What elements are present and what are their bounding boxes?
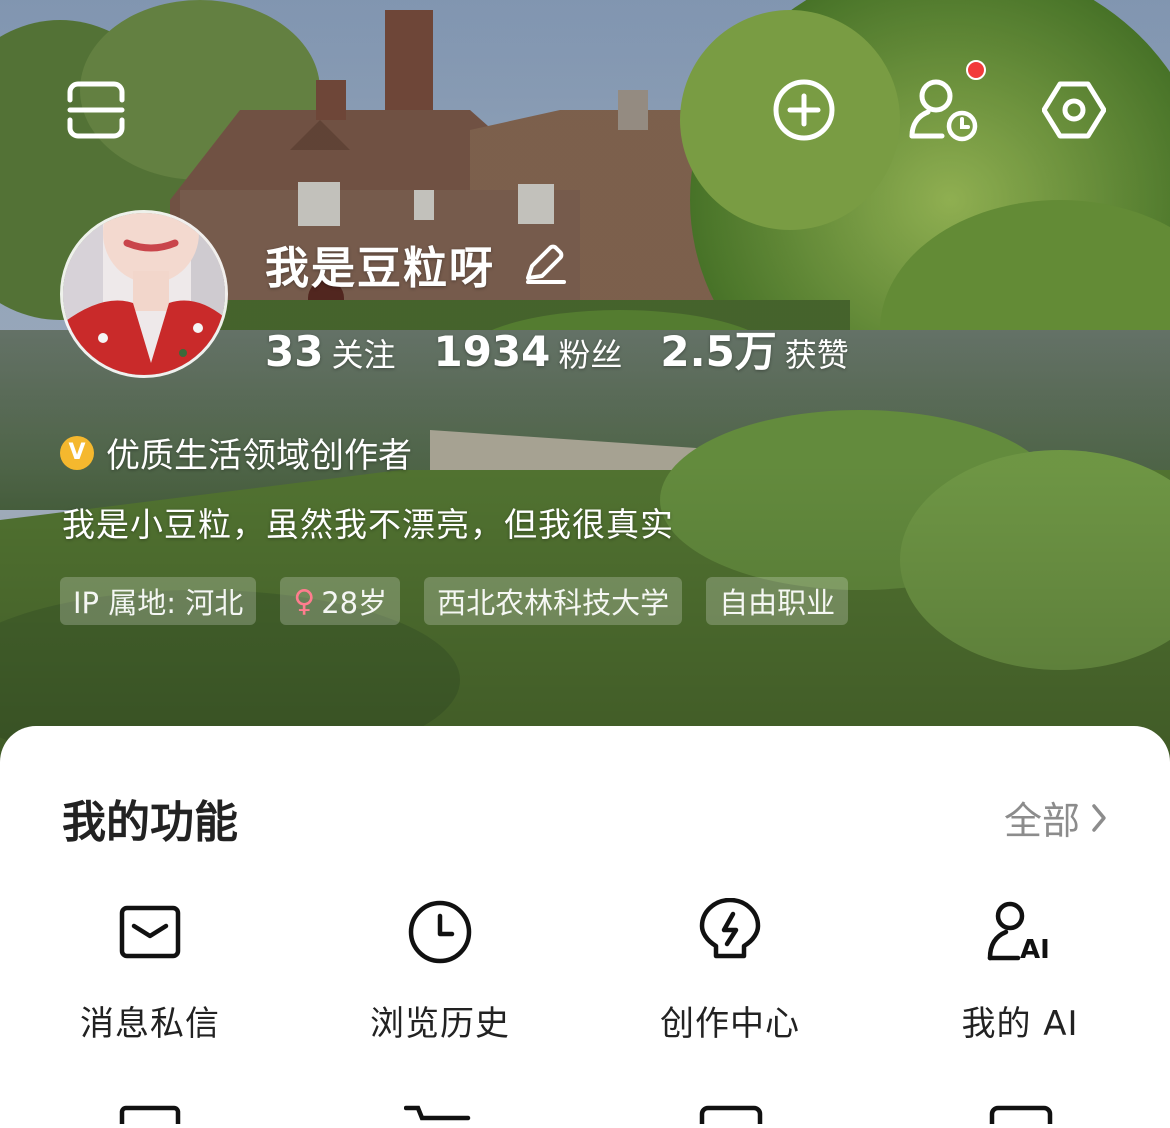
notification-dot (966, 60, 986, 80)
edit-profile-button[interactable] (522, 240, 568, 286)
scan-button[interactable] (64, 78, 128, 142)
profile-header-background (0, 0, 1170, 780)
my-features-card: 我的功能 全部 消息私信 浏览历史 创作中心 AI 我的 AI (0, 726, 1170, 1128)
followers-count: 1934 (433, 327, 551, 376)
settings-button[interactable] (1041, 78, 1107, 142)
ai-user-icon: AI (987, 901, 1050, 965)
school-tag: 西北农林科技大学 (424, 577, 683, 625)
feature-label: 浏览历史 (370, 1004, 510, 1044)
likes-stat[interactable]: 2.5万 获赞 (660, 318, 848, 379)
bulb-icon (699, 898, 761, 959)
feature-row2-icon (988, 1104, 1056, 1128)
svg-text:AI: AI (1020, 935, 1050, 965)
view-all-label: 全部 (1003, 799, 1080, 843)
following-count: 33 (265, 327, 324, 376)
cart-icon (403, 1104, 472, 1124)
followers-label: 粉丝 (558, 336, 623, 374)
nickname: 我是豆粒呀 (265, 243, 495, 294)
profile-tags: IP 属地: 河北 ♀ 28岁 西北农林科技大学 自由职业 (60, 577, 872, 625)
scan-icon (67, 81, 125, 139)
following-label: 关注 (331, 336, 396, 374)
add-button[interactable] (772, 78, 836, 142)
feature-label: 消息私信 (80, 1004, 220, 1044)
avatar-image (63, 213, 225, 375)
add-circle-icon (773, 79, 835, 141)
feature-row2-icon (698, 1104, 766, 1128)
feature-history[interactable]: 浏览历史 (340, 898, 540, 1045)
view-all-button[interactable]: 全部 (1004, 790, 1108, 845)
verified-badge-icon: V (60, 435, 94, 470)
feature-my-ai[interactable]: AI 我的 AI (920, 898, 1120, 1045)
feature-creator-center[interactable]: 创作中心 (630, 898, 830, 1045)
visitors-button[interactable] (908, 78, 980, 142)
avatar[interactable] (60, 210, 228, 378)
followers-stat[interactable]: 1934 粉丝 (433, 327, 622, 376)
ip-location-tag: IP 属地: 河北 (60, 577, 257, 625)
bio: 我是小豆粒，虽然我不漂亮，但我很真实 (62, 505, 674, 544)
occupation-tag: 自由职业 (706, 577, 849, 625)
following-stat[interactable]: 33 关注 (265, 327, 395, 376)
profile-stats: 33 关注 1934 粉丝 2.5万 获赞 (265, 318, 887, 379)
settings-icon (1041, 81, 1107, 139)
certification-text: 优质生活领域创作者 (106, 436, 412, 476)
likes-count: 2.5万 (660, 327, 777, 376)
chevron-right-icon (1092, 803, 1106, 832)
female-icon: ♀ (293, 583, 316, 619)
age-label: 28岁 (321, 586, 388, 620)
feature-label: 创作中心 (660, 1004, 800, 1044)
message-icon (119, 905, 181, 959)
creator-certification[interactable]: V 优质生活领域创作者 (60, 428, 412, 477)
feature-label: 我的 AI (961, 1004, 1079, 1044)
visitor-icon (909, 79, 978, 142)
scenery-image (0, 0, 1170, 780)
pencil-icon (526, 244, 566, 284)
gender-age-tag: ♀ 28岁 (280, 577, 401, 625)
feature-messages[interactable]: 消息私信 (50, 898, 250, 1045)
likes-label: 获赞 (784, 336, 849, 374)
feature-row2-icon (118, 1104, 186, 1128)
clock-icon (408, 900, 472, 964)
section-title: 我的功能 (62, 797, 238, 848)
